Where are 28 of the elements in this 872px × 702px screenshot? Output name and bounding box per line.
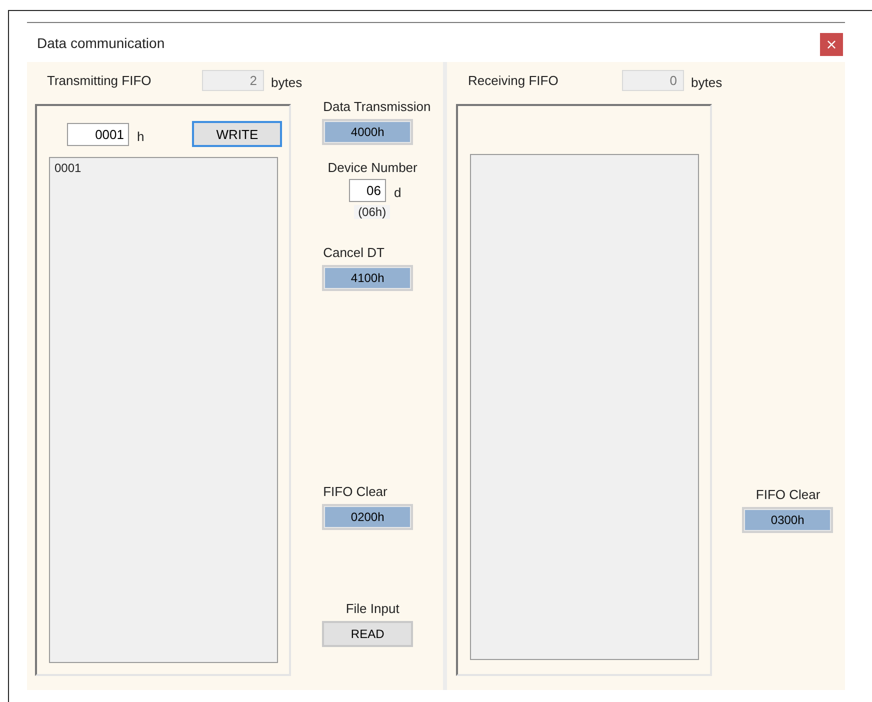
control-label: Data Transmission	[323, 98, 431, 116]
control-label: FIFO Clear	[756, 486, 820, 504]
control-label: File Input	[346, 600, 400, 618]
suffix-label: h	[137, 128, 144, 144]
unit-label: bytes	[271, 74, 302, 90]
number-input-field[interactable]: 06	[348, 179, 386, 202]
control-label: Device Number	[328, 159, 418, 177]
control-label: FIFO Clear	[323, 483, 388, 501]
close-button[interactable]: ×	[820, 33, 843, 56]
hex-input-field[interactable]: 0001	[67, 122, 129, 146]
hex-value-label: (06h)	[354, 205, 390, 219]
command-button[interactable]: 0200h	[322, 504, 414, 530]
window-title: Data communication	[37, 34, 165, 50]
control-label: Cancel DT	[323, 244, 384, 262]
byte-count-field: 0	[622, 70, 684, 90]
fifo-list[interactable]	[470, 154, 698, 660]
command-button[interactable]: READ	[322, 621, 414, 647]
section-label: Transmitting FIFO	[46, 72, 152, 88]
command-button[interactable]: 4000h	[322, 119, 414, 145]
list-item[interactable]: 0001	[54, 161, 272, 175]
suffix-label: d	[394, 185, 402, 200]
byte-count-field: 2	[202, 70, 264, 90]
fifo-list[interactable]: 0001	[48, 157, 278, 663]
section-label: Receiving FIFO	[467, 72, 560, 88]
command-button[interactable]: 0300h	[742, 507, 834, 533]
write-button[interactable]: WRITE	[192, 121, 282, 147]
command-button[interactable]: 4100h	[322, 265, 414, 291]
unit-label: bytes	[691, 74, 722, 90]
